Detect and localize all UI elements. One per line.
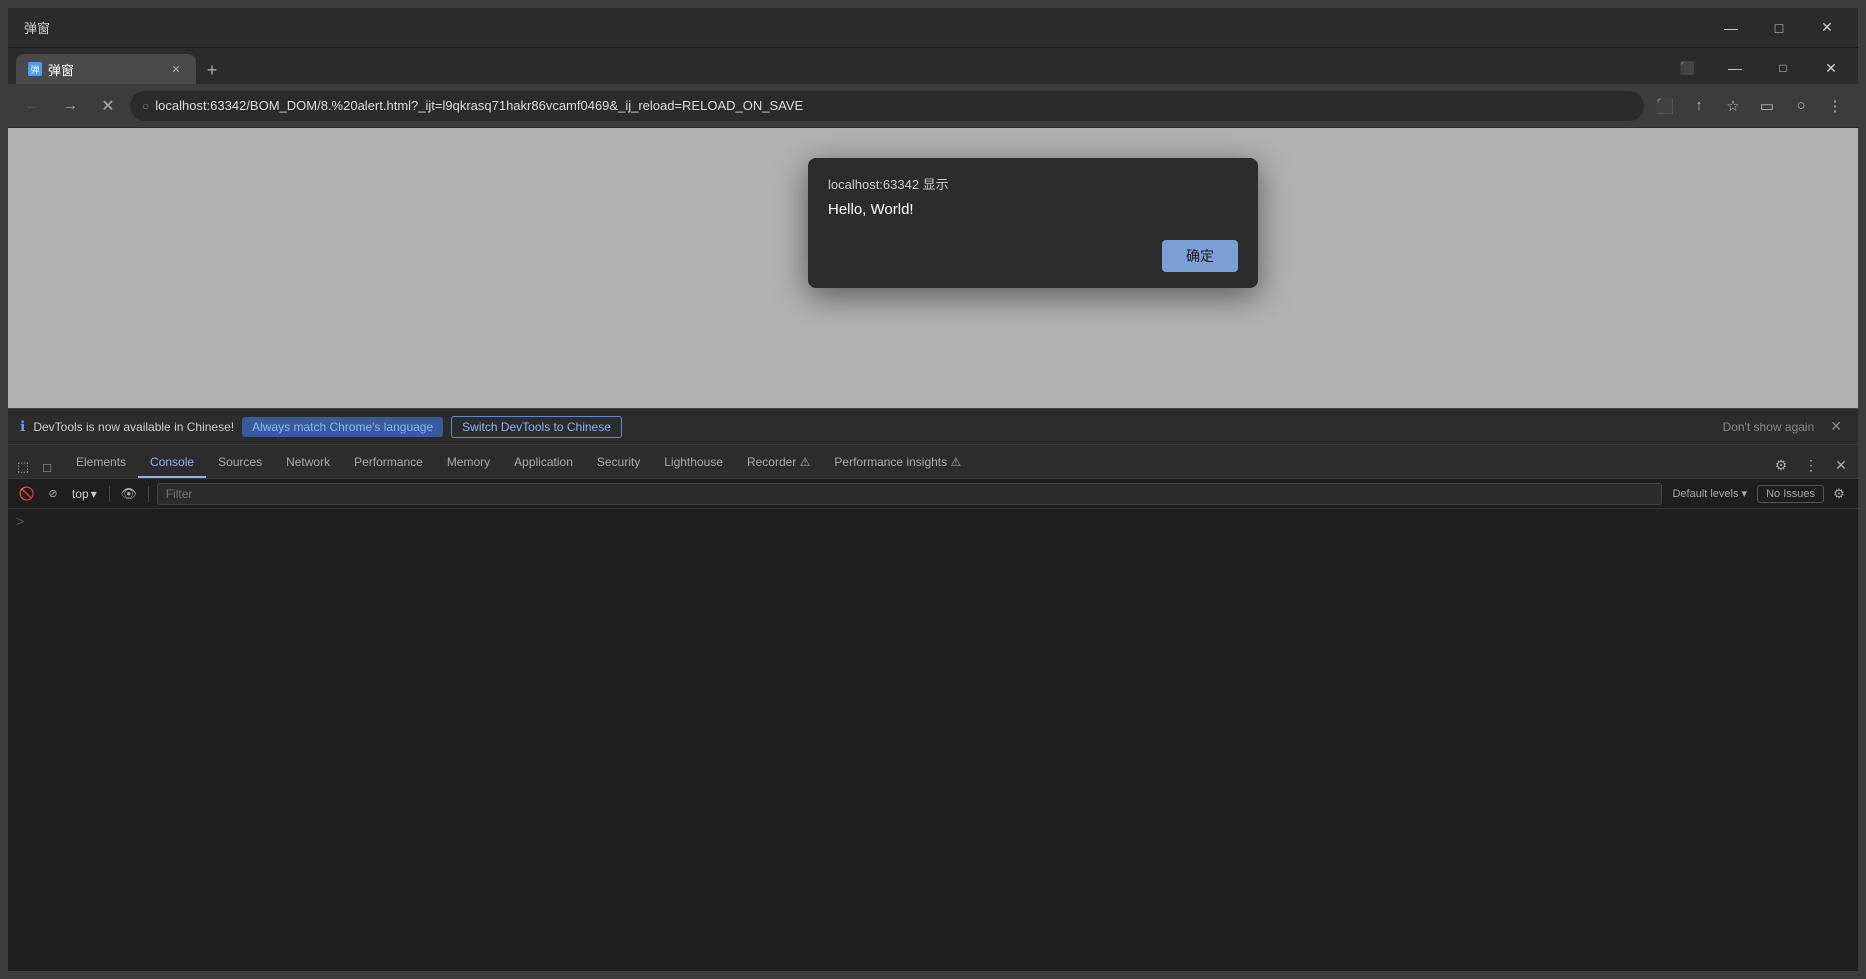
devtools-panel: ℹ DevTools is now available in Chinese! … bbox=[8, 408, 1858, 971]
toolbar-separator-2 bbox=[148, 486, 149, 502]
lock-icon: ○ bbox=[142, 99, 149, 113]
tab-bar: 弹 弹窗 ✕ + ⬛ — □ ✕ bbox=[8, 48, 1858, 84]
alert-message: Hello, World! bbox=[828, 201, 1238, 232]
alert-header: localhost:63342 显示 bbox=[828, 174, 1238, 193]
minimize-button[interactable]: — bbox=[1708, 12, 1754, 44]
url-text: localhost:63342/BOM_DOM/8.%20alert.html?… bbox=[155, 98, 1632, 113]
tab-recorder[interactable]: Recorder ⚠ bbox=[735, 448, 822, 478]
notification-close-button[interactable]: ✕ bbox=[1826, 418, 1846, 435]
tab-lighthouse[interactable]: Lighthouse bbox=[652, 448, 735, 478]
profile-btn[interactable]: ○ bbox=[1786, 91, 1816, 121]
tab-memory[interactable]: Memory bbox=[435, 448, 502, 478]
browser-content: localhost:63342 显示 Hello, World! 确定 bbox=[8, 128, 1858, 408]
toolbar-separator bbox=[109, 486, 110, 502]
context-dropdown-arrow: ▾ bbox=[91, 487, 97, 501]
devtools-close-button[interactable]: ✕ bbox=[1828, 452, 1854, 478]
default-levels-label: Default levels ▾ bbox=[1672, 487, 1747, 500]
console-settings-button[interactable]: ⚙ bbox=[1828, 483, 1850, 505]
notification-text: DevTools is now available in Chinese! bbox=[33, 420, 234, 434]
maximize-button[interactable]: □ bbox=[1756, 12, 1802, 44]
tab-close-button[interactable]: ✕ bbox=[168, 61, 184, 77]
console-prompt-row[interactable]: > bbox=[16, 513, 1850, 533]
default-levels-button[interactable]: Default levels ▾ bbox=[1666, 485, 1753, 502]
tab-performance-insights[interactable]: Performance insights ⚠ bbox=[822, 448, 973, 478]
address-bar-row: ← → ✕ ○ localhost:63342/BOM_DOM/8.%20ale… bbox=[8, 84, 1858, 128]
devtools-tabs-left: ⬚ □ Elements Console Sources Network bbox=[12, 448, 973, 478]
dont-show-again-button[interactable]: Don't show again bbox=[1719, 418, 1819, 436]
bookmark-btn[interactable]: ☆ bbox=[1718, 91, 1748, 121]
window-maximize-button[interactable]: □ bbox=[1760, 52, 1806, 84]
address-bar[interactable]: ○ localhost:63342/BOM_DOM/8.%20alert.htm… bbox=[130, 91, 1644, 121]
console-arrow: > bbox=[16, 515, 24, 531]
new-tab-button[interactable]: + bbox=[198, 56, 226, 84]
tab-label: 弹窗 bbox=[48, 60, 74, 79]
tab-performance[interactable]: Performance bbox=[342, 448, 435, 478]
devtools-tabs: ⬚ □ Elements Console Sources Network bbox=[8, 445, 1858, 479]
alert-footer: 确定 bbox=[828, 240, 1238, 272]
share-btn[interactable]: ↑ bbox=[1684, 91, 1714, 121]
alert-dialog: localhost:63342 显示 Hello, World! 确定 bbox=[808, 158, 1258, 288]
eye-button[interactable]: 👁 bbox=[118, 483, 140, 505]
window-titlebar: 弹窗 — □ ✕ bbox=[8, 8, 1858, 48]
devtools-notification-bar: ℹ DevTools is now available in Chinese! … bbox=[8, 409, 1858, 445]
tab-sources[interactable]: Sources bbox=[206, 448, 274, 478]
inspect-element-button[interactable]: ⬚ bbox=[12, 456, 34, 478]
window-title: 弹窗 bbox=[24, 18, 50, 37]
window-minimize-button[interactable]: — bbox=[1712, 52, 1758, 84]
info-icon: ℹ bbox=[20, 418, 25, 435]
switch-devtools-button[interactable]: Switch DevTools to Chinese bbox=[451, 416, 622, 438]
alert-ok-button[interactable]: 确定 bbox=[1162, 240, 1238, 272]
close-button[interactable]: ✕ bbox=[1804, 12, 1850, 44]
tab-elements[interactable]: Elements bbox=[64, 448, 138, 478]
back-button[interactable]: ← bbox=[16, 90, 48, 122]
no-issues-button[interactable]: No Issues bbox=[1757, 485, 1824, 503]
tab-console[interactable]: Console bbox=[138, 448, 206, 478]
more-btn[interactable]: ⋮ bbox=[1820, 91, 1850, 121]
console-area[interactable]: > bbox=[8, 509, 1858, 971]
console-toolbar: 🚫 ⊘ top ▾ 👁 Default levels ▾ No Issues ⚙ bbox=[8, 479, 1858, 509]
always-match-button[interactable]: Always match Chrome's language bbox=[242, 417, 443, 437]
tab-security[interactable]: Security bbox=[585, 448, 652, 478]
tab-favicon: 弹 bbox=[28, 62, 42, 76]
tab-network[interactable]: Network bbox=[274, 448, 342, 478]
tab-window[interactable]: 弹 弹窗 ✕ bbox=[16, 54, 196, 84]
filter-toggle-button[interactable]: ⊘ bbox=[42, 483, 64, 505]
reload-button[interactable]: ✕ bbox=[92, 90, 124, 122]
filter-input[interactable] bbox=[157, 483, 1663, 505]
alert-overlay: localhost:63342 显示 Hello, World! 确定 bbox=[8, 128, 1858, 408]
device-emulation-button[interactable]: □ bbox=[36, 456, 58, 478]
sidebar-btn[interactable]: ▭ bbox=[1752, 91, 1782, 121]
window-restore-button[interactable]: ⬛ bbox=[1664, 52, 1710, 84]
top-label: top bbox=[72, 487, 89, 501]
clear-console-button[interactable]: 🚫 bbox=[16, 483, 38, 505]
screenshot-btn[interactable]: ⬛ bbox=[1650, 91, 1680, 121]
devtools-settings-button[interactable]: ⚙ bbox=[1768, 452, 1794, 478]
devtools-more-button[interactable]: ⋮ bbox=[1798, 452, 1824, 478]
devtools-tabs-right: ⚙ ⋮ ✕ bbox=[1768, 452, 1854, 478]
tab-application[interactable]: Application bbox=[502, 448, 585, 478]
forward-button[interactable]: → bbox=[54, 90, 86, 122]
top-context-selector[interactable]: top ▾ bbox=[68, 485, 101, 503]
toolbar-right: ⬛ ↑ ☆ ▭ ○ ⋮ bbox=[1650, 91, 1850, 121]
window-close-button[interactable]: ✕ bbox=[1808, 52, 1854, 84]
